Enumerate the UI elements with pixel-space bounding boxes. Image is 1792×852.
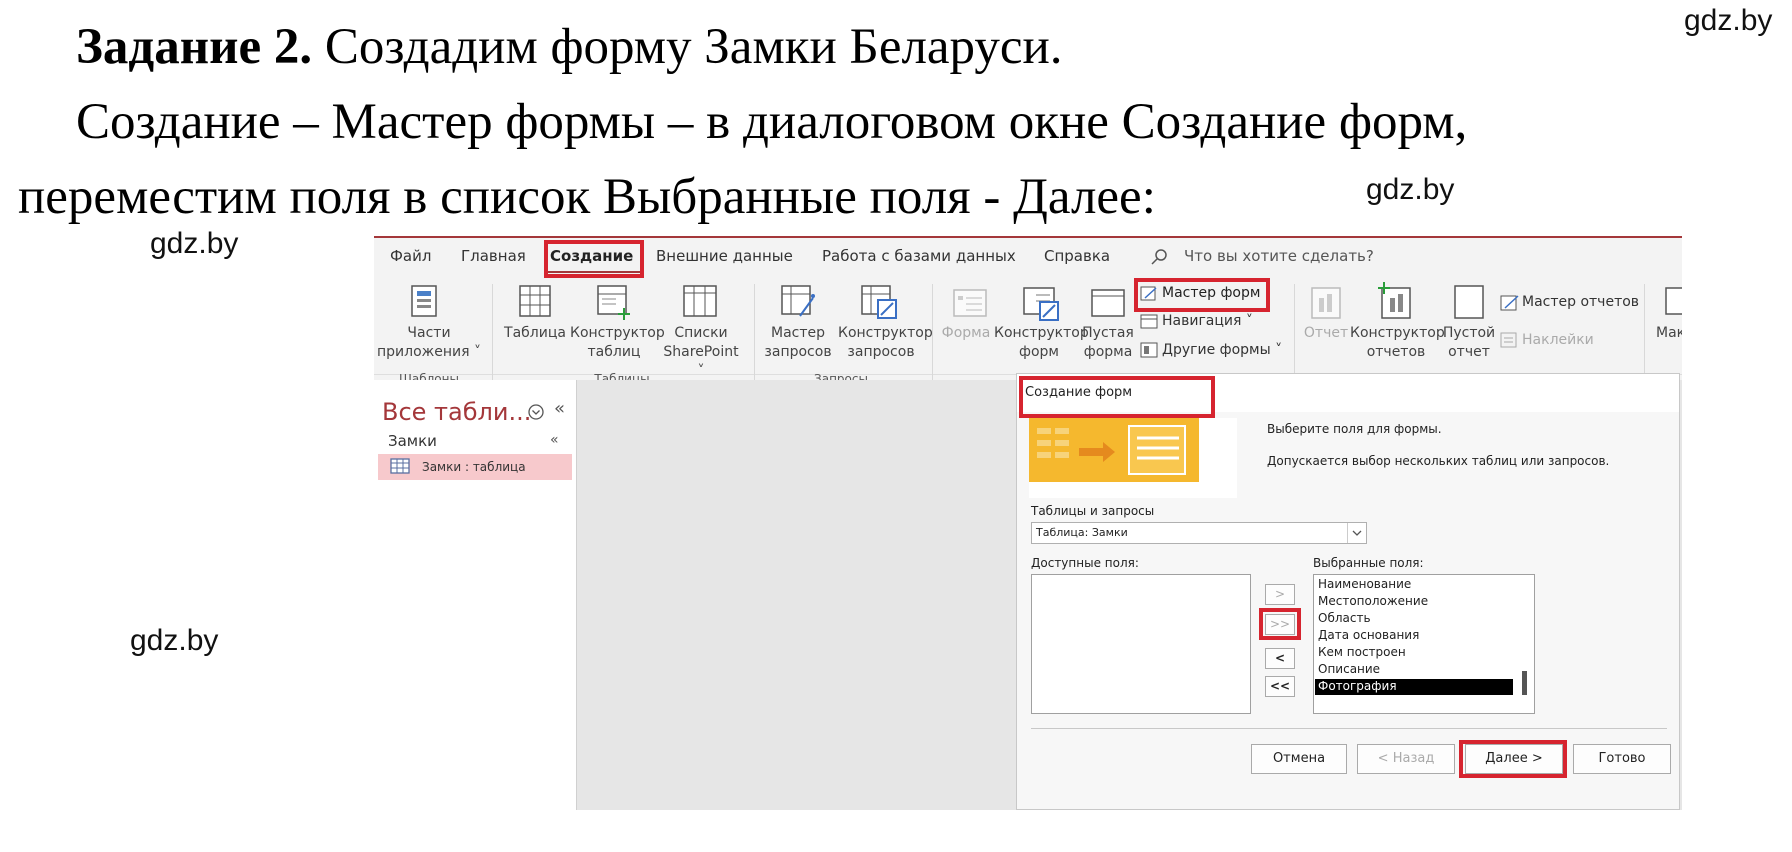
blank-report-button[interactable]: Пустой отчет [1440,324,1498,362]
tables-queries-value: Таблица: Замки [1036,526,1128,539]
chevron-down-icon [1352,530,1362,536]
ribbon-separator [1644,284,1645,374]
wizard-illustration [1029,418,1237,498]
report-button[interactable]: Отчет [1302,324,1350,343]
title-accent-line [374,236,1682,238]
blank-form-icon [1091,289,1125,317]
nav-item-label: Замки : таблица [422,460,526,474]
form-design-icon [1023,287,1059,321]
ribbon-separator [754,284,755,382]
task-number: Задание 2. [76,19,313,75]
list-item[interactable]: Область [1318,610,1371,627]
tell-me-search[interactable]: Что вы хотите сделать? [1184,247,1374,265]
instruction-line-2: переместим поля в список Выбранные поля … [18,169,1156,225]
sharepoint-lists-icon [683,285,717,317]
move-all-left-button[interactable]: << [1265,676,1295,697]
tables-queries-select[interactable]: Таблица: Замки [1031,522,1367,544]
form-illustration-icon [1029,418,1199,482]
nav-group-collapse-icon[interactable]: « [550,432,559,448]
cancel-button[interactable]: Отмена [1251,744,1347,774]
watermark: gdz.by [1684,4,1773,37]
dialog-instruction-2: Допускается выбор нескольких таблиц или … [1267,454,1610,468]
macro-icon [1665,287,1682,315]
back-button[interactable]: < Назад [1357,744,1455,774]
blank-form-button[interactable]: Пустая форма [1080,324,1136,362]
finish-button[interactable]: Готово [1573,744,1671,774]
report-design-icon [1378,282,1411,319]
app-parts-button[interactable]: Части приложения ˅ [374,324,484,362]
list-item[interactable]: Описание [1318,661,1380,678]
watermark: gdz.by [130,624,219,657]
dialog-title-highlight [1019,376,1215,418]
list-item[interactable]: Кем построен [1318,644,1406,661]
create-tab-highlight [544,240,644,278]
task-heading: Задание 2. Создадим форму Замки Беларуси… [76,18,1063,76]
tab-database-tools[interactable]: Работа с базами данных [822,247,1016,265]
form-button[interactable]: Форма [938,324,994,343]
report-wizard-icon [1500,295,1519,311]
labels-button[interactable]: Наклейки [1522,332,1594,348]
table-button[interactable]: Таблица [502,324,568,343]
next-button-highlight [1459,740,1567,778]
list-item-selected[interactable]: Фотография [1318,678,1397,695]
more-forms-icon [1140,342,1158,358]
form-wizard-highlight [1134,278,1270,312]
more-forms-button[interactable]: Другие формы ˅ [1162,342,1282,358]
table-designer-button[interactable]: Конструктор таблиц [570,324,665,362]
selected-fields-label: Выбранные поля: [1313,556,1424,570]
ribbon-separator [1294,284,1295,374]
list-item[interactable]: Местоположение [1318,593,1428,610]
tables-queries-label: Таблицы и запросы [1031,504,1155,518]
list-item[interactable]: Дата основания [1318,627,1419,644]
report-wizard-button[interactable]: Мастер отчетов [1522,294,1639,310]
table-icon [519,285,551,317]
tab-home[interactable]: Главная [461,247,526,265]
macro-button[interactable]: Мак [1656,324,1682,343]
list-scrollbar-thumb[interactable] [1522,671,1527,695]
query-wizard-icon [781,285,815,317]
table-design-icon [597,285,630,320]
query-designer-button[interactable]: Конструктор запросов [838,324,933,362]
task-title: Создадим форму Замки Беларуси. [324,19,1063,75]
available-fields-list[interactable] [1031,574,1251,714]
blank-report-icon [1454,285,1484,319]
select-dropdown-button[interactable] [1347,523,1366,543]
move-one-right-button[interactable]: > [1265,584,1295,605]
app-parts-icon [411,285,437,317]
ribbon-separator [492,284,493,382]
watermark: gdz.by [150,227,239,260]
nav-dropdown-icon[interactable] [527,403,545,421]
ribbon-separator [932,284,933,382]
query-wizard-button[interactable]: Мастер запросов [758,324,838,362]
dialog-divider [1031,728,1667,729]
nav-pane-title[interactable]: Все табли... [382,398,531,426]
available-fields-label: Доступные поля: [1031,556,1139,570]
move-one-left-button[interactable]: < [1265,648,1295,669]
tab-help[interactable]: Справка [1044,247,1110,265]
labels-icon [1500,332,1517,348]
dialog-instruction-1: Выберите поля для формы. [1267,422,1442,436]
tab-file[interactable]: Файл [390,247,431,265]
form-wizard-dialog: Создание форм Выберите поля для формы. Д… [1016,373,1680,810]
search-icon [1151,249,1167,265]
access-window: Файл Главная Создание Внешние данные Раб… [374,236,1682,810]
instruction-line-1: Создание – Мастер формы – в диалоговом о… [76,94,1468,150]
navigation-button[interactable]: Навигация ˅ [1162,313,1253,329]
nav-group-castles[interactable]: Замки [388,432,437,450]
list-item[interactable]: Наименование [1318,576,1411,593]
table-icon [390,458,410,474]
report-designer-button[interactable]: Конструктор отчетов [1350,324,1445,362]
form-designer-button[interactable]: Конструктор форм [994,324,1089,362]
watermark: gdz.by [1366,173,1455,206]
move-all-highlight [1259,608,1301,640]
report-icon [1311,287,1341,319]
form-icon [953,289,987,317]
selected-fields-list[interactable]: Наименование Местоположение Область Дата… [1313,574,1535,714]
query-design-icon [861,285,897,319]
navigation-icon [1140,314,1158,329]
tab-external-data[interactable]: Внешние данные [656,247,793,265]
nav-collapse-icon[interactable]: « [554,398,565,419]
